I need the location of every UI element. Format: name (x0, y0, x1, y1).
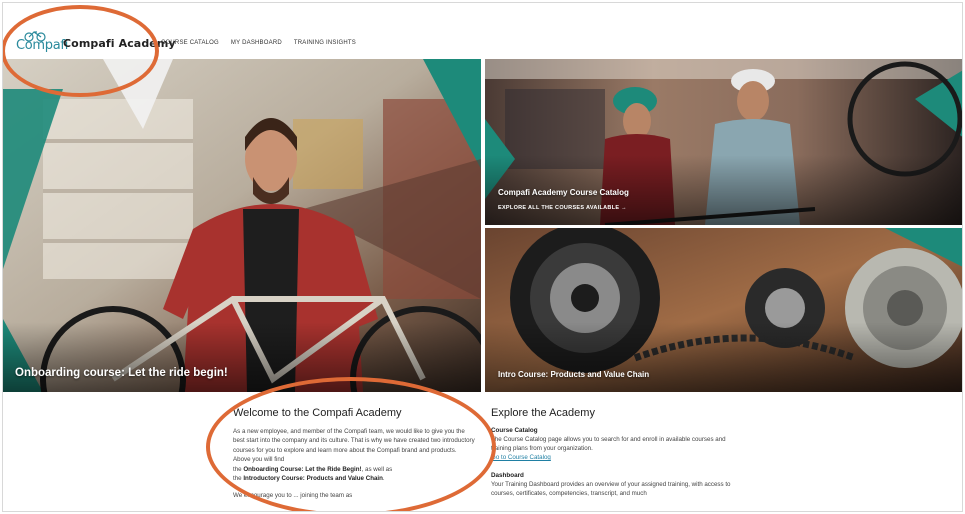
intro-course-tile[interactable]: Intro Course: Products and Value Chain (485, 228, 962, 392)
intro-course-name: Introductory Course: Products and Value … (243, 475, 383, 483)
welcome-text-fragment: . (382, 475, 385, 483)
intro-course-tile-title[interactable]: Intro Course: Products and Value Chain (498, 370, 649, 379)
dashboard-description: Your Training Dashboard provides an over… (491, 480, 731, 498)
tile-gradient-overlay (485, 322, 962, 392)
main-nav: COURSE CATALOG MY DASHBOARD TRAINING INS… (161, 40, 356, 46)
explore-all-courses-link[interactable]: EXPLORE ALL THE COURSES AVAILABLE → (498, 205, 627, 211)
course-catalog-subheading: Course Catalog (491, 427, 538, 434)
welcome-heading: Welcome to the Compafi Academy (233, 407, 402, 419)
onboarding-course-tile[interactable]: Onboarding course: Let the ride begin! (3, 59, 481, 392)
nav-course-catalog[interactable]: COURSE CATALOG (161, 40, 219, 46)
onboarding-course-name: Onboarding Course: Let the Ride Begin! (243, 465, 362, 473)
welcome-paragraph: As a new employee, and member of the Com… (233, 427, 475, 483)
explore-heading: Explore the Academy (491, 407, 595, 419)
welcome-encouragement-text: We encourage you to ... joining the team… (233, 492, 353, 500)
nav-my-dashboard[interactable]: MY DASHBOARD (231, 40, 282, 46)
brand-title: Compafi Academy (63, 37, 176, 50)
logo-wordmark: Compafi (16, 38, 69, 53)
course-catalog-tile-title[interactable]: Compafi Academy Course Catalog (498, 188, 629, 197)
welcome-text-fragment: , as well as (361, 465, 393, 473)
welcome-intro-text: As a new employee, and member of the Com… (233, 428, 475, 464)
onboarding-course-title[interactable]: Onboarding course: Let the ride begin! (15, 367, 228, 379)
course-catalog-tile[interactable]: Compafi Academy Course Catalog EXPLORE A… (485, 59, 962, 225)
explore-section: Explore the Academy Course Catalog The C… (491, 407, 737, 499)
nav-training-insights[interactable]: TRAINING INSIGHTS (294, 40, 356, 46)
go-to-course-catalog-link[interactable]: Go to Course Catalog (491, 454, 737, 461)
site-header: Compafi Compafi Academy COURSE CATALOG M… (3, 3, 962, 59)
course-catalog-description: The Course Catalog page allows you to se… (491, 436, 726, 453)
academy-page: Compafi Compafi Academy COURSE CATALOG M… (2, 2, 963, 512)
compafi-logo[interactable]: Compafi (16, 30, 68, 56)
welcome-text-fragment: the (233, 465, 244, 473)
tile-gradient-overlay (3, 322, 481, 392)
welcome-section: Welcome to the Compafi Academy As a new … (233, 407, 475, 501)
dashboard-subheading: Dashboard (491, 471, 524, 479)
welcome-text-fragment: the (233, 475, 244, 483)
